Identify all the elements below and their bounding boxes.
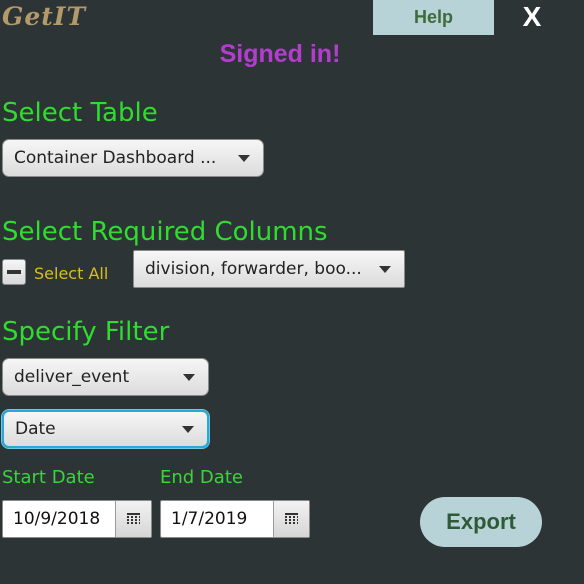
chevron-down-icon <box>238 154 250 162</box>
filter-field-select[interactable]: deliver_event <box>2 358 209 396</box>
start-date-calendar-button[interactable] <box>115 501 151 537</box>
select-table-heading: Select Table <box>2 98 158 128</box>
select-all-checkbox[interactable] <box>2 259 26 285</box>
end-date-picker <box>160 500 310 538</box>
table-select[interactable]: Container Dashboard ... <box>2 139 264 177</box>
end-date-calendar-button[interactable] <box>273 501 309 537</box>
app-logo: GetIT <box>2 2 87 31</box>
chevron-down-icon <box>182 425 194 433</box>
select-columns-heading: Select Required Columns <box>2 217 328 247</box>
indeterminate-dash-icon <box>7 270 21 274</box>
start-date-input[interactable] <box>3 501 115 537</box>
filter-type-select[interactable]: Date <box>2 410 209 448</box>
end-date-label: End Date <box>160 467 243 488</box>
help-button[interactable]: Help <box>373 0 494 35</box>
close-button[interactable]: X <box>512 0 552 34</box>
calendar-icon <box>127 513 140 525</box>
end-date-input[interactable] <box>161 501 273 537</box>
start-date-picker <box>2 500 152 538</box>
specify-filter-heading: Specify Filter <box>2 317 170 347</box>
export-button[interactable]: Export <box>420 497 542 547</box>
filter-type-value: Date <box>15 419 56 439</box>
chevron-down-icon <box>183 373 195 381</box>
table-select-value: Container Dashboard ... <box>14 148 217 168</box>
filter-field-value: deliver_event <box>14 367 130 387</box>
sign-in-status: Signed in! <box>219 40 341 68</box>
calendar-icon <box>285 513 298 525</box>
columns-select[interactable]: division, forwarder, boo... <box>133 250 405 288</box>
select-all-label: Select All <box>34 264 109 283</box>
start-date-label: Start Date <box>2 467 95 488</box>
chevron-down-icon <box>379 265 391 273</box>
columns-select-value: division, forwarder, boo... <box>145 259 362 279</box>
